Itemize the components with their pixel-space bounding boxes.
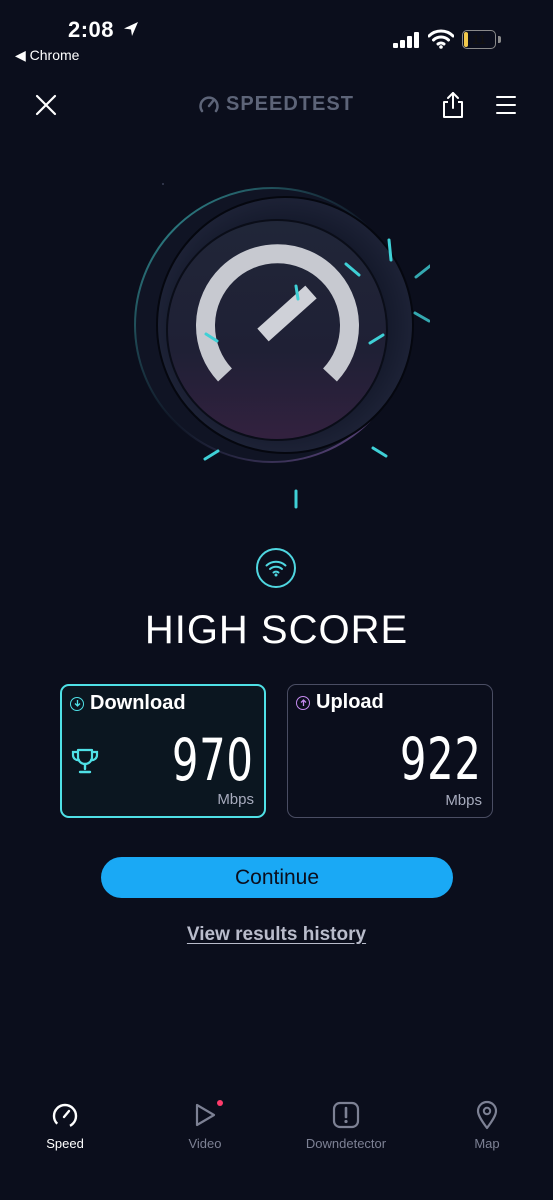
- download-arrow-icon: [70, 696, 84, 711]
- download-label: Download: [90, 692, 186, 714]
- wifi-icon: [265, 560, 287, 577]
- view-results-history-link[interactable]: View results history: [0, 924, 553, 946]
- alert-icon: [332, 1101, 360, 1129]
- upload-arrow-icon: [296, 695, 310, 710]
- download-result-card[interactable]: Download 970 Mbps: [60, 684, 266, 818]
- continue-button[interactable]: Continue: [101, 857, 453, 898]
- logo-text: SPEEDTEST: [226, 93, 354, 115]
- tab-downdetector-label: Downdetector: [305, 1136, 387, 1151]
- upload-result-card[interactable]: Upload 922 Mbps: [287, 684, 493, 818]
- upload-unit: Mbps: [445, 792, 482, 809]
- wifi-status-icon: [428, 29, 454, 49]
- tab-speed-label: Speed: [46, 1136, 84, 1151]
- result-headline: HIGH SCORE: [144, 608, 409, 652]
- notification-dot: [217, 1100, 223, 1106]
- download-title: Download: [70, 692, 186, 715]
- download-value: 970: [172, 726, 254, 794]
- tab-video-label: Video: [188, 1136, 222, 1151]
- trophy-icon: [71, 748, 99, 774]
- play-icon: [195, 1103, 216, 1127]
- status-time: 2:08: [68, 17, 115, 42]
- speedtest-logo: SPEEDTEST: [198, 93, 354, 116]
- tab-speed[interactable]: Speed: [10, 1100, 120, 1151]
- map-pin-icon: [476, 1100, 498, 1130]
- location-arrow-icon: [124, 22, 138, 36]
- speed-gauge-illustration: [134, 183, 430, 509]
- tab-map-label: Map: [474, 1136, 500, 1151]
- tab-downdetector[interactable]: Downdetector: [291, 1100, 401, 1151]
- tab-video[interactable]: Video: [150, 1100, 260, 1151]
- tab-map[interactable]: Map: [432, 1100, 542, 1151]
- battery-indicator: 11: [462, 30, 496, 49]
- gauge-icon: [52, 1103, 78, 1129]
- battery-cap: [498, 36, 501, 43]
- cellular-signal-icon: [393, 32, 419, 48]
- download-unit: Mbps: [217, 791, 254, 808]
- upload-label: Upload: [316, 691, 384, 713]
- share-icon[interactable]: [440, 90, 466, 120]
- upload-value: 922: [400, 725, 482, 793]
- wifi-connection-badge: [256, 548, 296, 588]
- close-icon[interactable]: [32, 91, 60, 119]
- back-to-app-link[interactable]: ◀ Chrome: [15, 47, 79, 64]
- speedometer-logo-icon: [199, 95, 219, 112]
- hamburger-menu-icon[interactable]: [495, 94, 517, 116]
- battery-level: 11: [472, 32, 486, 47]
- upload-title: Upload: [296, 691, 384, 714]
